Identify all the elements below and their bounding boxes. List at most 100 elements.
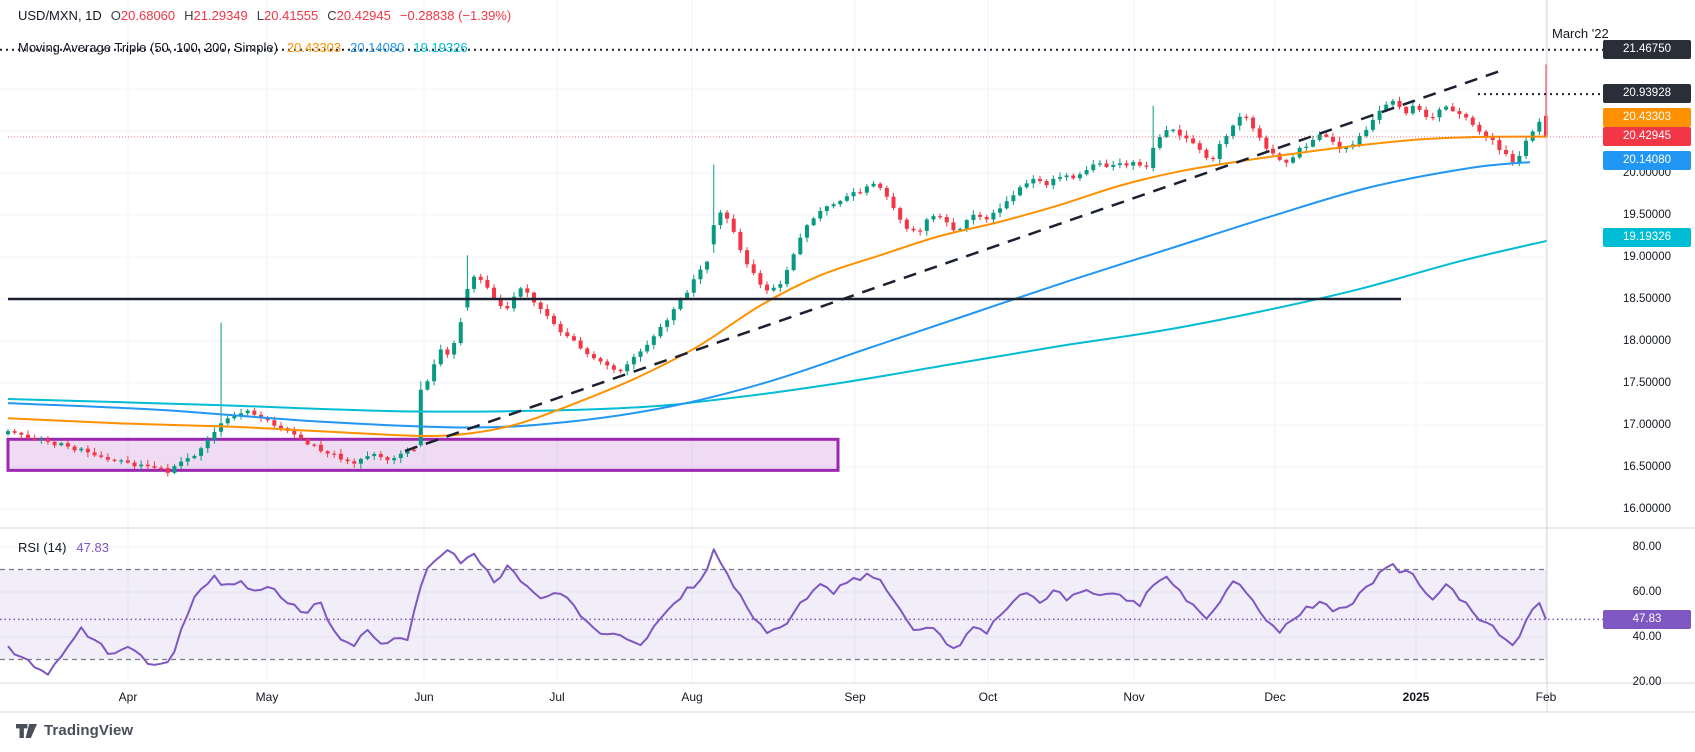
candle-body: [1424, 110, 1428, 117]
candle-body: [1524, 141, 1528, 156]
candle-body: [246, 411, 250, 414]
candle-body: [698, 270, 702, 280]
candle-body: [505, 306, 509, 308]
candle-body: [905, 220, 909, 229]
ascending-trendline[interactable]: [405, 70, 1503, 451]
candle-body: [985, 217, 989, 220]
candle-body: [1065, 175, 1069, 177]
candle-body: [412, 450, 416, 451]
candle-body: [93, 452, 97, 455]
candle-body: [852, 192, 856, 196]
candle-body: [459, 322, 463, 343]
candle-body: [272, 420, 276, 425]
candle-body: [1437, 110, 1441, 118]
candle-body: [685, 293, 689, 299]
candle-body: [425, 381, 429, 390]
candle-body: [965, 220, 969, 229]
candle-body: [1304, 147, 1308, 148]
candle-body: [1118, 163, 1122, 165]
candle-body: [1145, 166, 1149, 167]
candle-body: [1005, 201, 1009, 208]
candle-body: [1258, 128, 1262, 137]
candle-body: [705, 262, 709, 270]
candle-body: [845, 196, 849, 201]
candle-body: [1238, 117, 1242, 126]
candle-body: [1105, 163, 1109, 167]
candle-body: [79, 449, 83, 451]
candle-body: [672, 309, 676, 320]
chart-canvas[interactable]: [0, 0, 1695, 752]
candle-body: [279, 426, 283, 428]
candle-body: [319, 445, 323, 451]
candle-body: [1171, 130, 1175, 131]
candle-body: [1391, 101, 1395, 105]
candle-body: [812, 218, 816, 225]
candle-body: [1511, 154, 1515, 162]
candle-body: [792, 254, 796, 270]
candle-body: [665, 320, 669, 327]
candle-body: [66, 443, 70, 446]
candle-body: [485, 280, 489, 288]
candle-body: [1085, 170, 1089, 174]
candle-body: [99, 455, 103, 457]
candle-body: [1031, 179, 1035, 183]
candle-body: [146, 465, 150, 467]
sma100-line: [8, 162, 1530, 427]
candle-body: [1191, 138, 1195, 143]
candle-body: [1211, 158, 1215, 159]
candle-body: [1324, 134, 1328, 136]
candle-body: [332, 454, 336, 455]
candle-body: [545, 309, 549, 316]
candle-body: [306, 439, 310, 445]
candle-body: [166, 468, 170, 473]
candle-body: [6, 431, 10, 434]
candle-body: [931, 216, 935, 219]
candle-body: [752, 264, 756, 273]
candle-body: [745, 250, 749, 264]
candle-body: [359, 459, 363, 464]
candle-body: [785, 270, 789, 284]
candle-body: [918, 230, 922, 231]
candle-body: [658, 327, 662, 336]
candle-body: [339, 454, 343, 460]
candle-body: [445, 349, 449, 354]
candle-body: [39, 439, 43, 440]
candle-body: [1244, 117, 1248, 118]
candle-body: [392, 458, 396, 460]
candle-body: [1218, 144, 1222, 159]
candle-body: [199, 448, 203, 456]
candle-body: [865, 186, 869, 192]
candle-body: [372, 454, 376, 456]
candle-body: [226, 418, 230, 423]
sma50-line: [8, 137, 1547, 436]
candle-body: [758, 273, 762, 284]
candle-body: [86, 449, 90, 453]
candle-body: [1404, 107, 1408, 113]
candle-body: [212, 432, 216, 440]
candle-body: [1025, 183, 1029, 187]
candle-body: [572, 336, 576, 340]
candle-body: [1517, 156, 1521, 162]
candle-body: [565, 332, 569, 336]
supply-zone-rectangle[interactable]: [8, 439, 838, 470]
candle-body: [1471, 117, 1475, 124]
candle-body: [692, 279, 696, 292]
candle-body: [1151, 148, 1155, 168]
candle-body: [951, 222, 955, 230]
candle-body: [712, 225, 716, 244]
candle-body: [559, 324, 563, 332]
candle-body: [192, 456, 196, 458]
candle-body: [1011, 195, 1015, 201]
candle-body: [13, 431, 17, 433]
candle-body: [33, 439, 37, 440]
candle-body: [1271, 149, 1275, 154]
candle-body: [73, 447, 77, 451]
candle-body: [938, 216, 942, 217]
candle-body: [1417, 106, 1421, 110]
candle-body: [858, 192, 862, 193]
candle-body: [1431, 117, 1435, 118]
candle-body: [1111, 165, 1115, 167]
candle-body: [1504, 150, 1508, 154]
candle-body: [1058, 177, 1062, 179]
candle-body: [472, 277, 476, 289]
